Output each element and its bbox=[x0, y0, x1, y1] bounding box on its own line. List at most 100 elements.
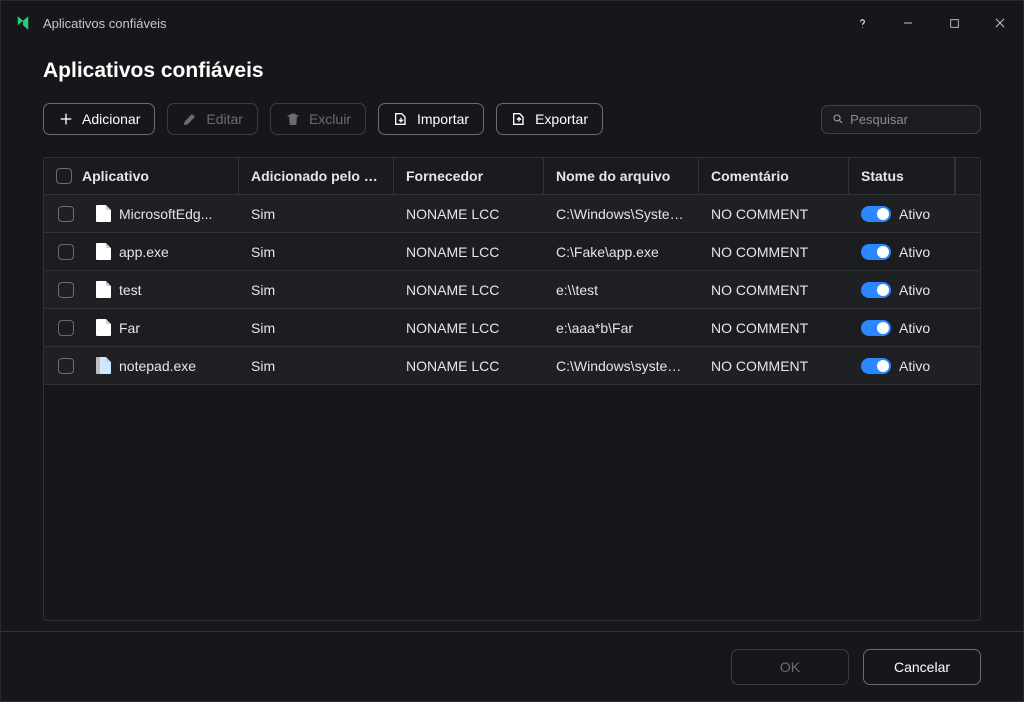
row-vendor-cell: NONAME LCC bbox=[394, 309, 544, 346]
search-input[interactable] bbox=[850, 112, 970, 127]
minimize-button[interactable] bbox=[885, 1, 931, 45]
row-file-cell: C:\Windows\System... bbox=[544, 195, 699, 232]
cancel-button[interactable]: Cancelar bbox=[863, 649, 981, 685]
row-checkbox[interactable] bbox=[58, 244, 74, 260]
row-added-cell: Sim bbox=[239, 347, 394, 384]
row-comment-cell: NO COMMENT bbox=[699, 195, 849, 232]
file-icon bbox=[96, 243, 111, 260]
row-file-cell: e:\aaa*b\Far bbox=[544, 309, 699, 346]
dialog-window: Aplicativos confiáveis Aplicativos confi… bbox=[0, 0, 1024, 702]
row-status-cell: Ativo bbox=[849, 233, 980, 270]
row-comment-cell: NO COMMENT bbox=[699, 233, 849, 270]
row-added-cell: Sim bbox=[239, 195, 394, 232]
file-icon bbox=[96, 281, 111, 298]
edit-button-label: Editar bbox=[206, 111, 243, 127]
ok-button[interactable]: OK bbox=[731, 649, 849, 685]
status-toggle[interactable] bbox=[861, 206, 891, 222]
status-label: Ativo bbox=[899, 320, 930, 336]
status-toggle[interactable] bbox=[861, 244, 891, 260]
row-vendor-cell: NONAME LCC bbox=[394, 271, 544, 308]
table-row[interactable]: FarSimNONAME LCCe:\aaa*b\FarNO COMMENT At… bbox=[44, 309, 980, 347]
window-title: Aplicativos confiáveis bbox=[43, 16, 167, 31]
row-status-cell: Ativo bbox=[849, 271, 980, 308]
row-file-cell: C:\Fake\app.exe bbox=[544, 233, 699, 270]
add-button-label: Adicionar bbox=[82, 111, 140, 127]
delete-button-label: Excluir bbox=[309, 111, 351, 127]
col-comment-header[interactable]: Comentário bbox=[699, 158, 849, 194]
row-checkbox[interactable] bbox=[58, 206, 74, 222]
search-icon bbox=[832, 112, 844, 126]
row-file-cell: C:\Windows\system... bbox=[544, 347, 699, 384]
row-added-cell: Sim bbox=[239, 233, 394, 270]
apps-table: Aplicativo Adicionado pelo u... Forneced… bbox=[43, 157, 981, 621]
status-label: Ativo bbox=[899, 244, 930, 260]
table-body: MicrosoftEdg...SimNONAME LCCC:\Windows\S… bbox=[44, 195, 980, 620]
page-title: Aplicativos confiáveis bbox=[43, 59, 981, 83]
export-button-label: Exportar bbox=[535, 111, 588, 127]
status-toggle[interactable] bbox=[861, 282, 891, 298]
help-button[interactable] bbox=[839, 1, 885, 45]
row-app-cell: test bbox=[84, 271, 239, 308]
table-header: Aplicativo Adicionado pelo u... Forneced… bbox=[44, 158, 980, 195]
row-app-cell: app.exe bbox=[84, 233, 239, 270]
table-row[interactable]: test SimNONAME LCCe:\\testNO COMMENT Ativo bbox=[44, 271, 980, 309]
row-added-cell: Sim bbox=[239, 309, 394, 346]
row-file-cell: e:\\test bbox=[544, 271, 699, 308]
status-label: Ativo bbox=[899, 282, 930, 298]
status-label: Ativo bbox=[899, 358, 930, 374]
col-app-header[interactable]: Aplicativo bbox=[44, 158, 239, 194]
row-app-name: app.exe bbox=[119, 244, 169, 260]
import-button[interactable]: Importar bbox=[378, 103, 484, 135]
edit-button[interactable]: Editar bbox=[167, 103, 258, 135]
row-status-cell: Ativo bbox=[849, 347, 980, 384]
delete-button[interactable]: Excluir bbox=[270, 103, 366, 135]
row-checkbox[interactable] bbox=[58, 282, 74, 298]
row-comment-cell: NO COMMENT bbox=[699, 309, 849, 346]
row-added-cell: Sim bbox=[239, 271, 394, 308]
notepad-icon bbox=[96, 357, 111, 374]
status-toggle[interactable] bbox=[861, 320, 891, 336]
row-vendor-cell: NONAME LCC bbox=[394, 233, 544, 270]
row-status-cell: Ativo bbox=[849, 309, 980, 346]
app-logo-icon bbox=[13, 13, 33, 33]
row-app-name: MicrosoftEdg... bbox=[119, 206, 212, 222]
row-check-cell bbox=[44, 271, 84, 308]
row-app-name: test bbox=[119, 282, 142, 298]
row-checkbox[interactable] bbox=[58, 358, 74, 374]
row-app-cell: Far bbox=[84, 309, 239, 346]
row-app-cell: MicrosoftEdg... bbox=[84, 195, 239, 232]
row-comment-cell: NO COMMENT bbox=[699, 271, 849, 308]
search-box[interactable] bbox=[821, 105, 981, 134]
toolbar: Adicionar Editar Excluir Importar Export… bbox=[43, 103, 981, 135]
status-toggle[interactable] bbox=[861, 358, 891, 374]
dialog-content: Aplicativos confiáveis Adicionar Editar … bbox=[1, 45, 1023, 631]
add-button[interactable]: Adicionar bbox=[43, 103, 155, 135]
col-vendor-header[interactable]: Fornecedor bbox=[394, 158, 544, 194]
row-vendor-cell: NONAME LCC bbox=[394, 347, 544, 384]
table-row[interactable]: app.exe SimNONAME LCCC:\Fake\app.exeNO CO… bbox=[44, 233, 980, 271]
row-app-cell: notepad.exe bbox=[84, 347, 239, 384]
row-check-cell bbox=[44, 195, 84, 232]
table-row[interactable]: MicrosoftEdg... SimNONAME LCCC:\Windows\S… bbox=[44, 195, 980, 233]
row-check-cell bbox=[44, 347, 84, 384]
status-label: Ativo bbox=[899, 206, 930, 222]
maximize-button[interactable] bbox=[931, 1, 977, 45]
col-added-header[interactable]: Adicionado pelo u... bbox=[239, 158, 394, 194]
import-button-label: Importar bbox=[417, 111, 469, 127]
row-comment-cell: NO COMMENT bbox=[699, 347, 849, 384]
row-app-name: notepad.exe bbox=[119, 358, 196, 374]
row-check-cell bbox=[44, 309, 84, 346]
row-checkbox[interactable] bbox=[58, 320, 74, 336]
file-icon bbox=[96, 319, 111, 336]
file-icon bbox=[96, 205, 111, 222]
col-tail bbox=[955, 158, 980, 194]
row-vendor-cell: NONAME LCC bbox=[394, 195, 544, 232]
dialog-footer: OK Cancelar bbox=[1, 631, 1023, 701]
select-all-checkbox[interactable] bbox=[56, 168, 72, 184]
export-button[interactable]: Exportar bbox=[496, 103, 603, 135]
col-file-header[interactable]: Nome do arquivo bbox=[544, 158, 699, 194]
close-button[interactable] bbox=[977, 1, 1023, 45]
row-status-cell: Ativo bbox=[849, 195, 980, 232]
col-status-header[interactable]: Status bbox=[849, 158, 955, 194]
table-row[interactable]: notepad.exe SimNONAME LCCC:\Windows\syste… bbox=[44, 347, 980, 385]
